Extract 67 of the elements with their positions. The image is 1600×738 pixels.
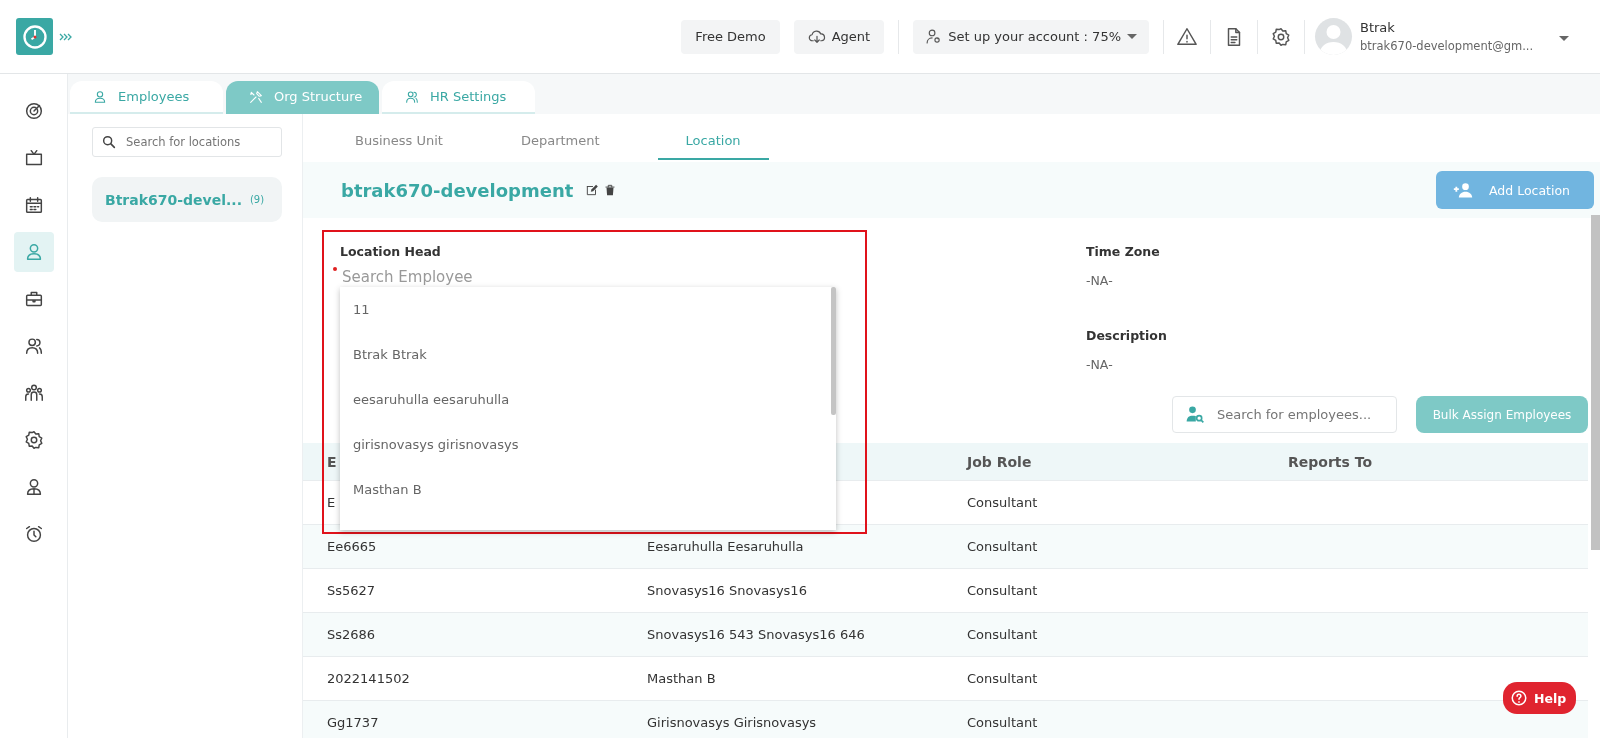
dropdown-option[interactable]: eesaruhulla eesaruhulla [340,377,836,422]
table-cell-text: Consultant [967,671,1039,686]
sub-tab[interactable]: Department [500,122,620,160]
tab[interactable]: Employees [70,81,223,114]
edit-icon[interactable] [585,183,600,197]
sub-tab[interactable]: Location [657,122,769,160]
location-search-field[interactable]: Search for locations [92,127,282,157]
table-cell-text: Ss5627 [327,583,377,598]
settings-icon [22,429,45,451]
user-gear-icon [925,28,943,45]
user-add-icon [1453,180,1473,200]
employee-search-field[interactable]: Search Employee [340,267,740,287]
table-cell-text: Girisnovasys Girisnovasys [647,715,818,730]
location-item[interactable]: Btrak670-devel... (9) [92,177,282,222]
table-cell-text: Snovasys16 Snovasys16 [647,583,808,598]
trash-icon[interactable] [603,183,618,197]
search-icon [101,134,117,150]
help-button[interactable]: Help [1503,682,1576,714]
expand-icon[interactable] [59,31,73,42]
user-email: btrak670-development@gm... [1360,39,1534,53]
table-cell-text: Snovasys16 543 Snovasys16 646 [647,627,866,642]
scrollbar[interactable] [1591,215,1600,550]
column-header: Job Role [967,453,1033,470]
dropdown-option[interactable]: Masthan B [340,467,836,512]
table-cell-text: Consultant [967,627,1039,642]
table-cell-text: Consultant [967,539,1039,554]
location-name: Btrak670-devel... [105,191,242,208]
field-value: -NA- [1086,273,1114,288]
header-button[interactable]: Free Demo [681,19,780,54]
warning-icon[interactable] [1176,25,1198,48]
tab[interactable]: HR Settings [382,81,535,114]
tools-icon [248,88,264,105]
caret-icon [1127,34,1137,39]
cloud-download-icon [807,27,826,46]
team-icon [22,382,45,404]
table-cell-text: 2022141502 [327,671,411,686]
location-title: btrak670-development [341,179,574,201]
table-cell-text: Gg1737 [327,715,380,730]
table-cell-text: Eesaruhulla Eesaruhulla [647,539,805,554]
table-cell-text: Consultant [967,495,1039,510]
setup-account-button[interactable]: Set up your account : 75% [913,19,1149,54]
help-icon [1510,689,1528,707]
scrollbar[interactable] [831,287,836,415]
field-label: Time Zone [1086,244,1161,259]
person-icon [92,88,108,105]
field-label: Location Head [340,244,442,259]
people-icon [404,88,420,105]
column-header: E [327,453,338,470]
user-name: Btrak [1360,20,1396,35]
header-button[interactable]: Agent [793,19,885,54]
table-cell-text: Ee6665 [327,539,378,554]
settings-icon[interactable] [1270,25,1292,48]
user-search-icon [1185,404,1205,424]
table-cell-text: Consultant [967,715,1039,730]
table-cell-text: E [327,495,337,510]
field-label: Description [1086,328,1168,343]
caret-icon[interactable] [1559,36,1570,41]
table-cell-text: Ss2686 [327,627,377,642]
app-logo[interactable] [16,18,53,55]
location-count: (9) [249,194,265,205]
dropdown-option[interactable]: girisnovasys girisnovasys [340,422,836,467]
sub-tab[interactable]: Business Unit [335,122,463,160]
field-value: -NA- [1086,357,1114,372]
table-cell-text: Masthan B [647,671,717,686]
table-cell-text: Consultant [967,583,1039,598]
employee-search-field[interactable]: Search for employees... [1172,396,1397,433]
column-header: Reports To [1288,453,1374,470]
